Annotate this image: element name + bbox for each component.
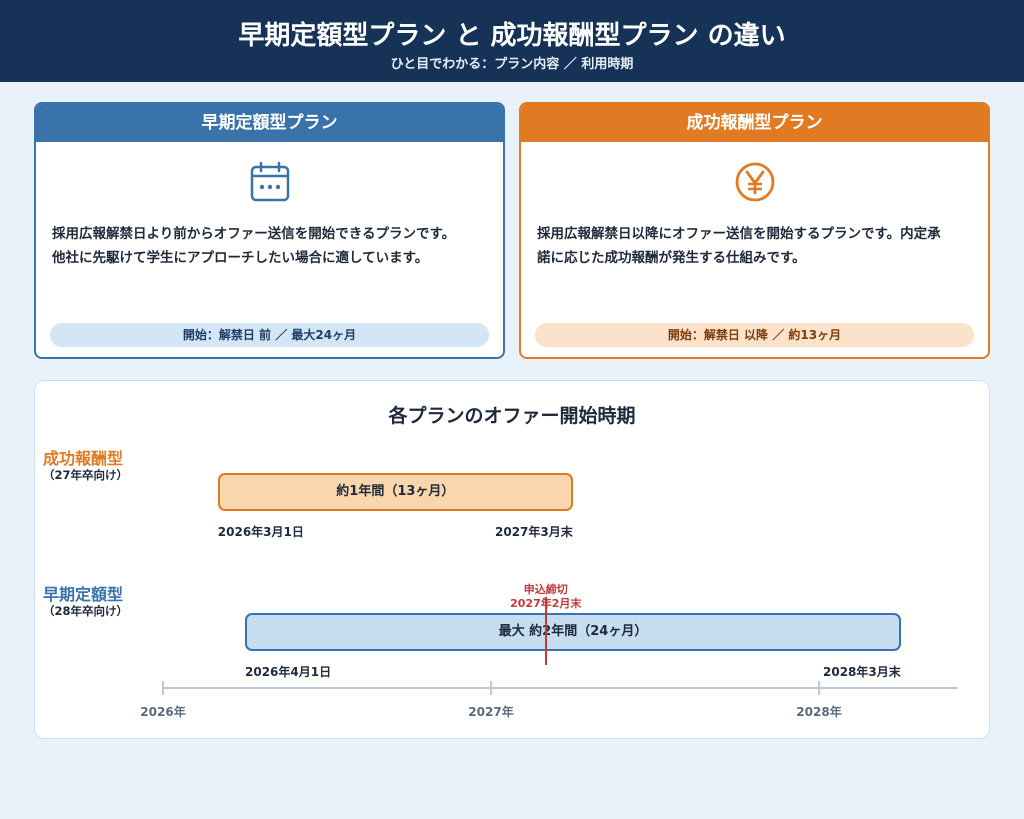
axis-tick [162,681,164,695]
page-title: 早期定額型プラン と 成功報酬型プラン の違い [238,21,786,51]
success-plan-description: 採用広報解禁日以降にオファー送信を開始するプランです。内定承 諾に応じた成功報酬… [537,226,941,266]
success-row-sub: （27年卒向け） [43,468,129,482]
page-subtitle: ひと目でわかる：プラン内容 ／ 利用時期 [390,57,634,72]
success-row-label: 成功報酬型 [43,449,124,468]
timeline-title: 各プランのオファー開始時期 [388,405,636,427]
calendar-icon [250,161,289,202]
early-plan-description: 採用広報解禁日より前からオファー送信を開始できるプランです。 他社に先駆けて学生… [52,226,456,266]
axis-label: 2027年 [468,705,514,719]
page-header: 早期定額型プラン と 成功報酬型プラン の違い ひと目でわかる：プラン内容 ／ … [0,0,1024,82]
axis-tick [818,681,820,695]
early-end-date: 2028年3月末 [823,665,901,679]
early-start-date: 2026年4月1日 [245,665,332,679]
deadline-marker [544,597,547,665]
timeline-axis [163,687,957,689]
success-plan-card: 成功報酬型プラン 採用広報解禁日以降にオファー送信を開始するプランです。内定承 … [519,102,990,359]
early-plan-title: 早期定額型プラン [36,104,503,142]
axis-tick [490,681,492,695]
early-row-sub: （28年卒向け） [43,604,129,618]
yen-icon [735,162,774,202]
success-plan-summary: 開始：解禁日 以降 ／ 約13ヶ月 [535,323,974,347]
early-plan-summary: 開始：解禁日 前 ／ 最大24ヶ月 [50,323,489,347]
early-plan-card: 早期定額型プラン 採用広報解禁日より前からオファー送信を開始できるプランです。 … [34,102,505,359]
success-period-bar: 約1年間（13ヶ月） [217,473,573,511]
axis-label: 2028年 [796,705,842,719]
early-period-bar: 最大 約2年間（24ヶ月） [245,613,901,651]
success-start-date: 2026年3月1日 [217,525,304,539]
axis-label: 2026年 [140,705,186,719]
success-plan-title: 成功報酬型プラン [521,104,988,142]
timeline-panel: 各プランのオファー開始時期 成功報酬型 （27年卒向け） 約1年間（13ヶ月） … [34,380,990,739]
early-row-label: 早期定額型 [43,585,124,604]
success-end-date: 2027年3月末 [495,525,573,539]
